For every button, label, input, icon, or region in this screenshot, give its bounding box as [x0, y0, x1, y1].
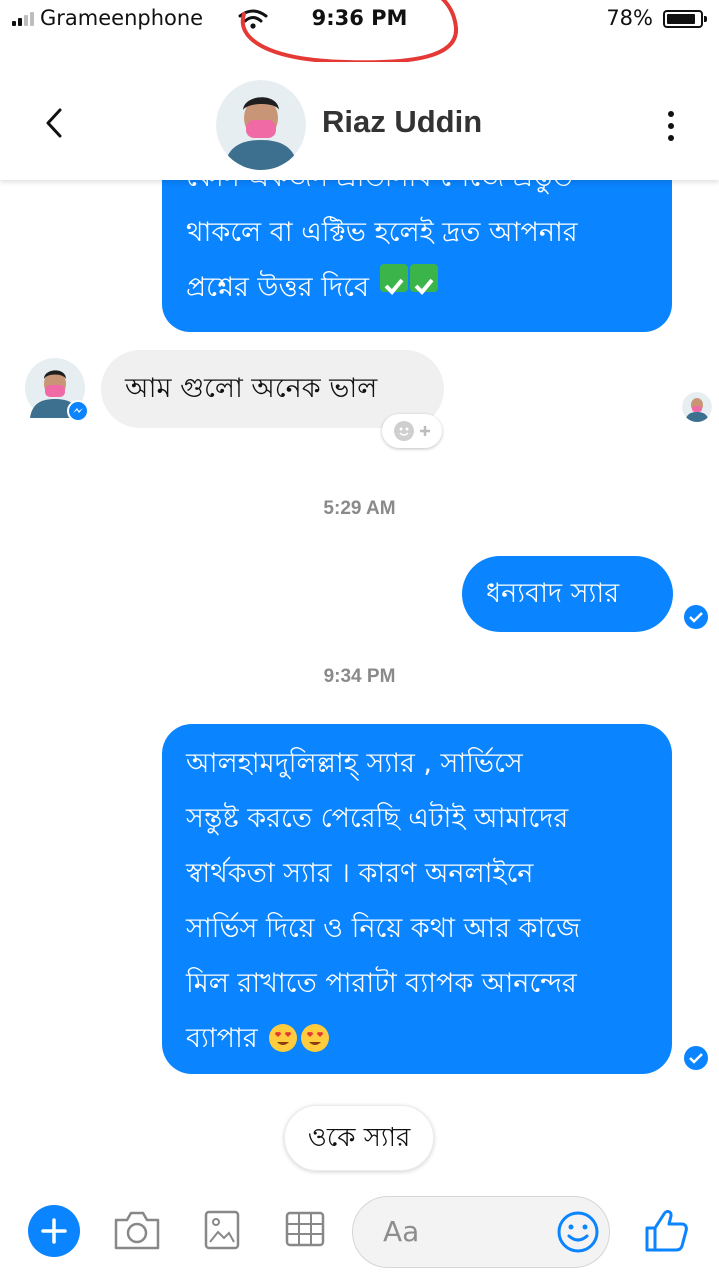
composer-bar: Aa — [0, 1190, 719, 1280]
check-mark-emoji — [409, 264, 438, 295]
message-line: ব্যাপার — [186, 1011, 672, 1066]
message-line: কোন একজন প্রতিনিধি পেজে প্রস্তুত — [186, 180, 672, 205]
contact-name[interactable]: Riaz Uddin — [322, 104, 482, 140]
camera-icon[interactable] — [112, 1208, 162, 1252]
message-line: সার্ভিস দিয়ে ও নিয়ে কথা আর কাজে — [186, 913, 581, 944]
message-line: থাকলে বা এক্টিভ হলেই দ্রত আপনার — [186, 217, 578, 248]
battery-percent: 78% — [606, 6, 653, 30]
reaction-icon — [394, 421, 430, 441]
outgoing-message[interactable]: আলহামদুলিল্লাহ্ স্যার , সার্ভিসে সন্তুষ্… — [162, 724, 672, 1074]
message-line: আলহামদুলিল্লাহ্ স্যার , সার্ভিসে — [186, 748, 523, 779]
photo-icon[interactable] — [202, 1208, 242, 1252]
message-text: প্রশ্নের উত্তর দিবে — [186, 272, 369, 303]
more-icon[interactable] — [667, 110, 675, 142]
message-line: মিল রাখাতে পারাটা ব্যাপক আনন্দের — [186, 968, 577, 999]
quick-reply-chip[interactable]: ওকে স্যার — [284, 1105, 434, 1171]
battery-icon — [663, 10, 707, 28]
back-icon[interactable] — [40, 106, 70, 140]
message-line: ধন্যবাদ স্যার — [486, 578, 620, 609]
check-mark-emoji — [379, 264, 408, 295]
message-line: স্বার্থকতা স্যার । কারণ অনলাইনে — [186, 858, 534, 889]
seen-check-icon — [684, 605, 708, 629]
heart-eyes-emoji — [301, 1024, 330, 1052]
message-line: সন্তুষ্ট করতে পেরেছি এটাই আমাদের — [186, 803, 569, 834]
outgoing-message[interactable]: ধন্যবাদ স্যার — [462, 556, 673, 632]
message-line: আম গুলো অনেক ভাল — [125, 373, 378, 404]
status-bar: Grameenphone 9:36 PM 78% — [0, 0, 719, 65]
like-icon[interactable] — [642, 1206, 690, 1254]
sender-avatar[interactable] — [24, 357, 90, 423]
avatar[interactable] — [216, 80, 306, 170]
outgoing-message[interactable]: কোন একজন প্রতিনিধি পেজে প্রস্তুত থাকলে ব… — [162, 180, 672, 332]
add-reaction-button[interactable] — [382, 414, 442, 448]
message-list[interactable]: কোন একজন প্রতিনিধি পেজে প্রস্তুত থাকলে ব… — [0, 180, 719, 1190]
message-text: ব্যাপার — [186, 1023, 258, 1054]
conversation-header: Riaz Uddin — [0, 62, 719, 180]
emoji-icon[interactable] — [556, 1210, 600, 1254]
seen-avatar — [682, 392, 712, 422]
add-icon[interactable] — [28, 1205, 80, 1257]
heart-eyes-emoji — [269, 1024, 298, 1052]
timestamp: 5:29 AM — [323, 498, 396, 519]
seen-check-icon — [684, 1046, 708, 1070]
message-line: প্রশ্নের উত্তর দিবে — [186, 260, 672, 315]
sticker-icon[interactable] — [284, 1208, 326, 1250]
timestamp: 9:34 PM — [323, 666, 396, 687]
